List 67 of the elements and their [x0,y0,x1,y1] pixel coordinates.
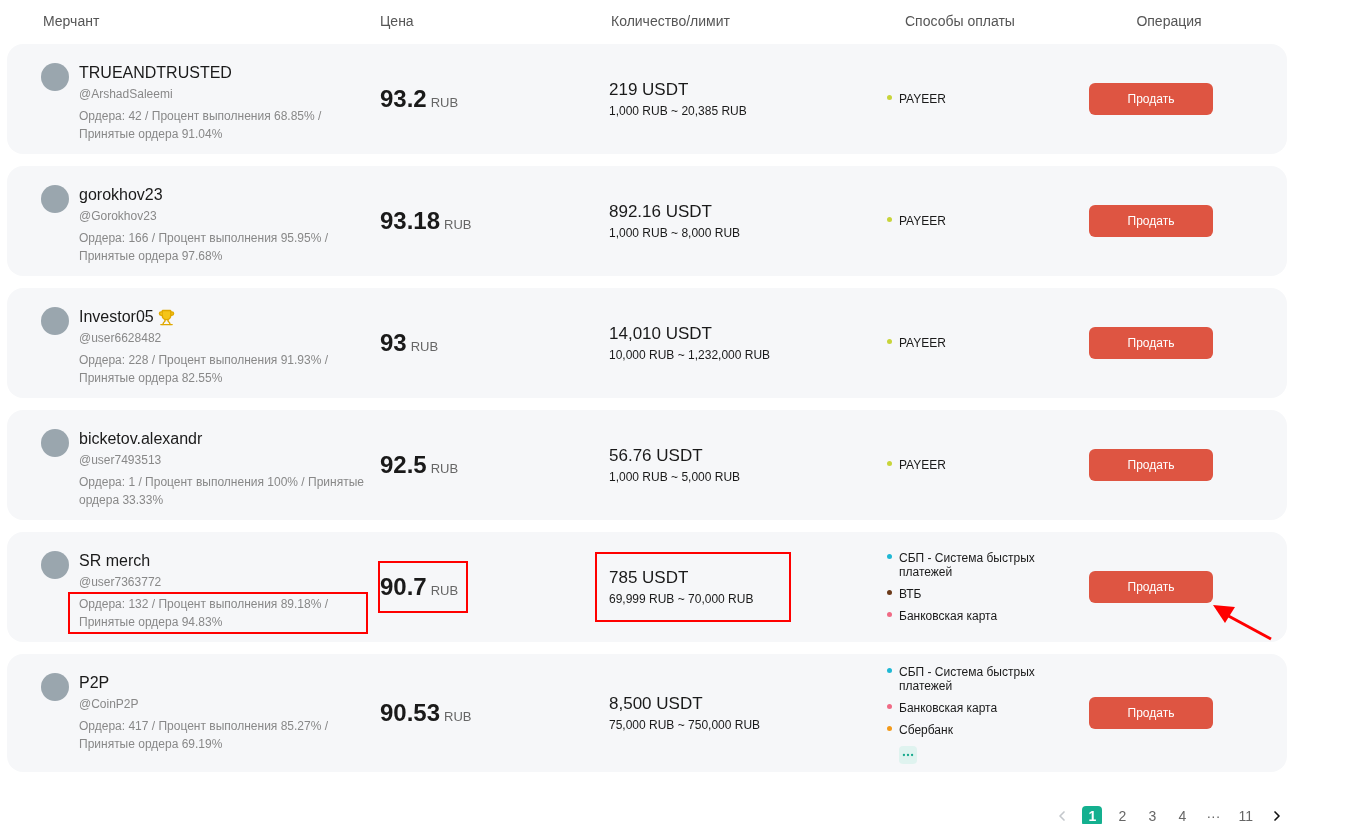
column-header: Способы оплаты [905,12,1016,31]
page-button[interactable]: 4 [1172,806,1193,824]
amount: 8,500 USDT [609,693,704,715]
payment-method: ВТБ [899,586,922,603]
page-button[interactable]: ··· [1202,806,1225,824]
merchant-handle: @ArshadSaleemi [79,86,174,103]
page-button[interactable]: 11 [1234,806,1257,824]
sell-button[interactable]: Продать [1089,697,1213,729]
payment-method: PAYEER [899,335,946,352]
payment-method: Банковская карта [899,700,998,717]
avatar-placeholder [41,673,69,701]
limit-range: 75,000 RUB ~ 750,000 RUB [609,717,762,734]
payment-method: Банковская карта [899,608,998,625]
merchant-stats: Ордера: 228 / Процент выполнения 91.93% / Принятые ордера 82.55% [78,352,330,387]
amount: 219 USDT [609,79,690,101]
merchant-handle: @user6628482 [79,330,163,347]
merchant-name[interactable]: SR merch [79,550,151,572]
avatar-placeholder [41,551,69,579]
price: 93 RUB [379,328,440,358]
sell-button[interactable]: Продать [1089,205,1213,237]
merchant-handle: @Gorokhov23 [79,208,158,225]
payment-method: PAYEER [899,91,946,108]
merchant-stats: Ордера: 417 / Процент выполнения 85.27% / Принятые ордера 69.19% [78,718,330,753]
merchant-stats: Ордера: 1 / Процент выполнения 100% / Принятые ордера 33.33% [78,474,365,509]
avatar-placeholder [41,185,69,213]
avatar-placeholder [41,307,69,335]
column-header: Цена [380,12,415,31]
sell-button[interactable]: Продать [1089,449,1213,481]
column-header: Операция [1135,12,1203,31]
more-button[interactable] [899,746,917,764]
limit-range: 1,000 RUB ~ 20,385 RUB [609,103,748,120]
payment-method: PAYEER [899,457,946,474]
limit-range: 69,999 RUB ~ 70,000 RUB [609,591,755,608]
amount: 56.76 USDT [609,445,704,467]
merchant-handle: @user7363772 [79,574,163,591]
column-header: Количество/лимит [611,12,731,31]
payment-method: СБП - Система быстрых платежей [899,550,1036,581]
payment-method: PAYEER [899,213,946,230]
payment-method: Сбербанк [899,722,953,739]
avatar-placeholder [41,63,69,91]
amount: 14,010 USDT [609,323,713,345]
merchant-name[interactable]: bicketov.alexandr [79,428,203,450]
merchant-name[interactable]: P2P [79,672,110,694]
column-header: Мерчант [43,12,101,31]
sell-button[interactable]: Продать [1089,571,1213,603]
page-button[interactable]: 3 [1142,806,1163,824]
limit-range: 1,000 RUB ~ 5,000 RUB [609,469,742,486]
limit-range: 1,000 RUB ~ 8,000 RUB [609,225,742,242]
sell-button[interactable]: Продать [1089,327,1213,359]
price: 92.5 RUB [379,450,460,480]
page-button[interactable]: 2 [1112,806,1133,824]
price: 90.7 RUB [378,561,468,613]
merchant-name[interactable]: gorokhov23 [79,184,163,206]
merchant-handle: @CoinP2P [79,696,140,713]
amount: 892.16 USDT [609,201,713,223]
sell-button[interactable]: Продать [1089,83,1213,115]
amount: 785 USDT [609,567,690,589]
merchant-name[interactable]: Investor05 [79,306,154,328]
avatar-placeholder [41,429,69,457]
merchant-stats: Ордера: 166 / Процент выполнения 95.95% / Принятые ордера 97.68% [78,230,330,265]
payment-method: СБП - Система быстрых платежей [899,664,1036,695]
merchant-stats: Ордера: 132 / Процент выполнения 89.18% / Принятые ордера 94.83% [68,592,368,634]
merchant-stats: Ордера: 42 / Процент выполнения 68.85% / Принятые ордера 91.04% [78,108,323,143]
merchant-name[interactable]: TRUEANDTRUSTED [79,62,232,84]
price: 93.2 RUB [379,84,460,114]
merchant-handle: @user7493513 [79,452,163,469]
limit-range: 10,000 RUB ~ 1,232,000 RUB [609,347,772,364]
